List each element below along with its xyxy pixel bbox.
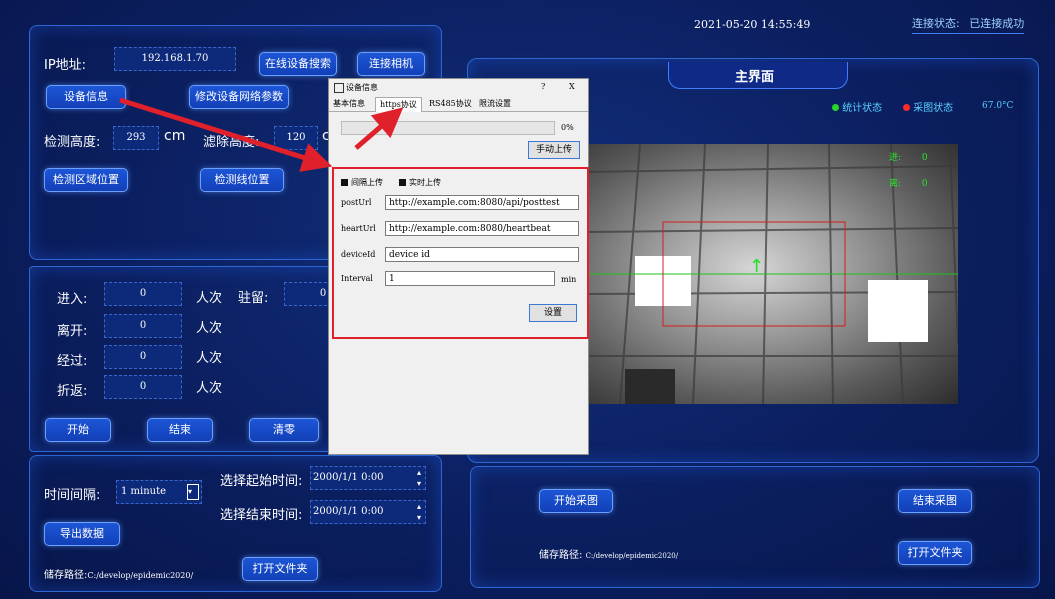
annotation-arrows [119, 97, 404, 172]
arrow-to-dialog [119, 97, 333, 172]
arrow-to-https-tab [354, 107, 404, 150]
